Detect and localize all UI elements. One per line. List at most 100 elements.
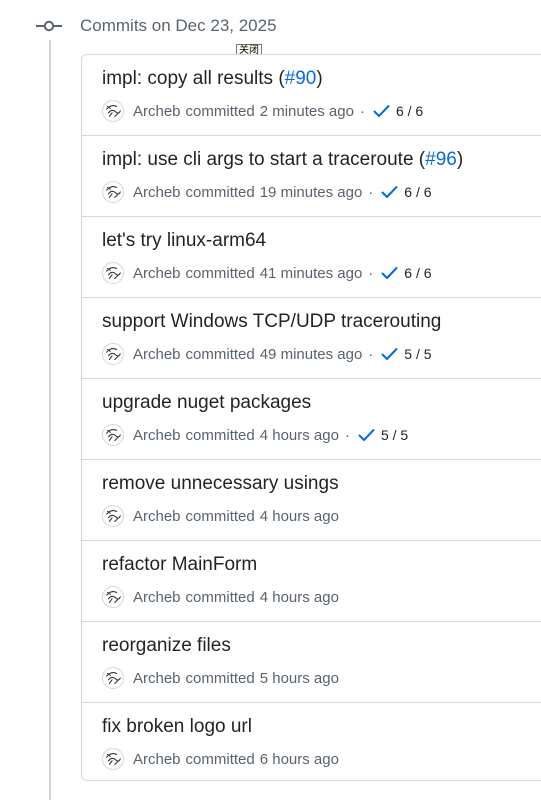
commit-verb: committed [185,102,255,120]
avatar-sketch-icon [106,267,121,279]
commit-verb: committed [185,669,255,687]
git-commit-icon [36,20,62,32]
pull-request-link[interactable]: #96 [425,149,457,170]
avatar-sketch-icon [106,510,121,522]
commit-message[interactable]: remove unnecessary usings [102,473,339,494]
timeline-line [49,40,51,800]
commit-title-link[interactable]: remove unnecessary usings [102,473,339,495]
commit-title-link[interactable]: let's try linux-arm64 [102,230,266,252]
author-name[interactable]: Archeb [133,589,181,606]
commit-list: impl: copy all results (#90) Archeb commit… [81,54,541,781]
commit-message[interactable]: support Windows TCP/UDP tracerouting [102,311,441,332]
commit-time[interactable]: 4 hours ago [260,589,339,606]
commit-message[interactable]: impl: use cli args to start a traceroute… [102,149,425,170]
commit-time[interactable]: 4 hours ago [260,508,339,525]
check-icon[interactable] [381,185,398,199]
author-name[interactable]: Archeb [133,265,181,282]
check-icon[interactable] [358,428,375,442]
commit-message[interactable]: reorganize files [102,635,231,656]
commit-row: impl: copy all results (#90) Archeb commit… [82,55,541,136]
commit-title-link[interactable]: upgrade nuget packages [102,392,311,414]
checks-status[interactable]: 6 / 6 [404,265,431,281]
commit-message-suffix[interactable]: ) [457,149,463,170]
commit-verb: committed [185,507,255,525]
commit-title-link[interactable]: fix broken logo url [102,716,252,738]
pull-request-link[interactable]: #90 [285,68,317,89]
check-icon[interactable] [381,266,398,280]
meta-separator: · [368,264,374,282]
author-name[interactable]: Archeb [133,184,181,201]
commit-message[interactable]: fix broken logo url [102,716,252,737]
commit-message[interactable]: upgrade nuget packages [102,392,311,413]
commit-time[interactable]: 6 hours ago [260,751,339,768]
meta-separator: · [368,345,374,363]
commit-title-link[interactable]: refactor MainForm [102,554,257,576]
author-avatar[interactable] [102,181,124,203]
checks-status[interactable]: 6 / 6 [396,103,423,119]
commit-message-suffix[interactable]: ) [316,68,322,89]
author-avatar[interactable] [102,100,124,122]
commit-message[interactable]: refactor MainForm [102,554,257,575]
avatar-sketch-icon [106,672,121,684]
commit-meta: Archeb committed 6 hours ago [102,748,339,770]
author-avatar[interactable] [102,748,124,770]
commit-message[interactable]: let's try linux-arm64 [102,230,266,251]
avatar-sketch-icon [106,753,121,765]
commit-row: remove unnecessary usings Archeb committed… [82,460,541,541]
commit-meta: Archeb committed 4 hours ago · 5 / 5 [102,424,408,446]
commit-time[interactable]: 5 hours ago [260,670,339,687]
author-avatar[interactable] [102,667,124,689]
author-name[interactable]: Archeb [133,508,181,525]
author-avatar[interactable] [102,505,124,527]
commit-meta: Archeb committed 49 minutes ago · 5 / 5 [102,343,432,365]
checks-status[interactable]: 6 / 6 [404,184,431,200]
commit-meta: Archeb committed 4 hours ago [102,586,339,608]
author-name[interactable]: Archeb [133,427,181,444]
commit-verb: committed [185,264,255,282]
commit-row: fix broken logo url Archeb committed 6 hour… [82,703,541,780]
author-avatar[interactable] [102,424,124,446]
commit-row: reorganize files Archeb committed 5 hours a… [82,622,541,703]
commit-time[interactable]: 4 hours ago [260,427,339,444]
commit-meta: Archeb committed 2 minutes ago · 6 / 6 [102,100,423,122]
author-avatar[interactable] [102,343,124,365]
commit-time[interactable]: 2 minutes ago [260,103,354,120]
avatar-sketch-icon [106,429,121,441]
author-name[interactable]: Archeb [133,103,181,120]
commit-title-link[interactable]: impl: use cli args to start a traceroute… [102,149,463,171]
commit-row: support Windows TCP/UDP tracerouting Arch… [82,298,541,379]
commit-message[interactable]: impl: copy all results ( [102,68,285,89]
commit-row: let's try linux-arm64 Archeb committed 41 m… [82,217,541,298]
meta-separator: · [344,426,350,444]
checks-status[interactable]: 5 / 5 [381,427,408,443]
commits-date-header: Commits on Dec 23, 2025 [36,14,277,38]
author-name[interactable]: Archeb [133,346,181,363]
commit-row: impl: use cli args to start a traceroute… [82,136,541,217]
check-icon[interactable] [373,104,390,118]
commit-meta: Archeb committed 19 minutes ago · 6 / 6 [102,181,432,203]
avatar-sketch-icon [106,591,121,603]
author-avatar[interactable] [102,262,124,284]
commit-time[interactable]: 19 minutes ago [260,184,363,201]
avatar-sketch-icon [106,105,121,117]
commit-time[interactable]: 49 minutes ago [260,346,363,363]
commit-row: upgrade nuget packages Archeb committed 4 h… [82,379,541,460]
commit-title-link[interactable]: impl: copy all results (#90) [102,68,323,90]
author-name[interactable]: Archeb [133,751,181,768]
check-icon[interactable] [381,347,398,361]
commit-title-link[interactable]: support Windows TCP/UDP tracerouting [102,311,441,333]
commit-time[interactable]: 41 minutes ago [260,265,363,282]
commit-verb: committed [185,426,255,444]
avatar-sketch-icon [106,186,121,198]
commit-title-link[interactable]: reorganize files [102,635,231,657]
author-avatar[interactable] [102,586,124,608]
meta-separator: · [368,183,374,201]
meta-separator: · [359,102,365,120]
author-name[interactable]: Archeb [133,670,181,687]
commit-verb: committed [185,345,255,363]
avatar-sketch-icon [106,348,121,360]
checks-status[interactable]: 5 / 5 [404,346,431,362]
commit-row: refactor MainForm Archeb committed 4 hours … [82,541,541,622]
commit-verb: committed [185,588,255,606]
commit-meta: Archeb committed 4 hours ago [102,505,339,527]
